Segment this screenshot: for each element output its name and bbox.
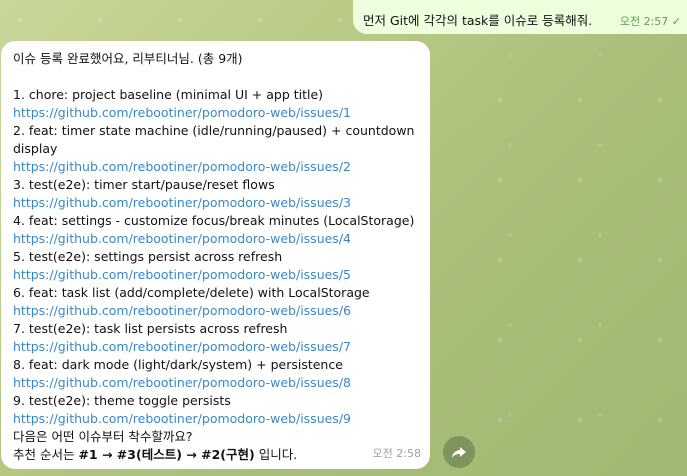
- issue-link[interactable]: https://github.com/rebootiner/pomodoro-w…: [13, 266, 418, 284]
- recommendation-text: 추천 순서는 #1 → #3(테스트) → #2(구현) 입니다.: [13, 446, 418, 464]
- question-text: 다음은 어떤 이슈부터 착수할까요?: [13, 429, 193, 444]
- issue-link[interactable]: https://github.com/rebootiner/pomodoro-w…: [13, 194, 418, 212]
- read-check-icon: ✓: [671, 15, 681, 28]
- issue-title: 6. feat: task list (add/complete/delete)…: [13, 285, 370, 300]
- incoming-message-bubble[interactable]: 이슈 등록 완료했어요, 리부티너님. (총 9개) 1. chore: pro…: [1, 41, 430, 469]
- issue-title: 9. test(e2e): theme toggle persists: [13, 393, 231, 408]
- issue-link[interactable]: https://github.com/rebootiner/pomodoro-w…: [13, 374, 418, 392]
- issue-link[interactable]: https://github.com/rebootiner/pomodoro-w…: [13, 230, 418, 248]
- issue-title: 1. chore: project baseline (minimal UI +…: [13, 87, 324, 102]
- recommendation-suffix: 입니다.: [254, 447, 298, 462]
- recommendation-order: ) → #2(: [176, 447, 226, 462]
- issue-title: 7. test(e2e): task list persists across …: [13, 321, 288, 336]
- intro-text: 이슈 등록 완료했어요, 리부티너님. (총 9개): [13, 51, 243, 66]
- issue-link[interactable]: https://github.com/rebootiner/pomodoro-w…: [13, 338, 418, 356]
- recommendation-test: 테스트: [141, 447, 177, 462]
- message-time: 오전 2:58: [372, 447, 421, 460]
- recommendation-order: #1 → #3(: [78, 447, 142, 462]
- issue-link[interactable]: https://github.com/rebootiner/pomodoro-w…: [13, 410, 418, 428]
- recommendation-prefix: 추천 순서는: [13, 447, 79, 462]
- chat-background: 먼저 Git에 각각의 task를 이슈로 등록해줘. 오전 2:57 ✓ 이슈…: [0, 0, 687, 476]
- outgoing-message-meta: 오전 2:57 ✓: [620, 13, 681, 29]
- share-icon: [452, 447, 466, 458]
- recommendation-impl: 구현: [225, 447, 249, 462]
- issue-link[interactable]: https://github.com/rebootiner/pomodoro-w…: [13, 158, 418, 176]
- message-time: 오전 2:57: [619, 15, 669, 28]
- issue-title: 8. feat: dark mode (light/dark/system) +…: [13, 357, 343, 372]
- issue-title: 4. feat: settings - customize focus/brea…: [13, 213, 415, 228]
- issue-link[interactable]: https://github.com/rebootiner/pomodoro-w…: [13, 104, 418, 122]
- outgoing-message-text: 먼저 Git에 각각의 task를 이슈로 등록해줘.: [363, 13, 593, 28]
- outgoing-message-bubble[interactable]: 먼저 Git에 각각의 task를 이슈로 등록해줘. 오전 2:57 ✓: [353, 0, 687, 34]
- issue-title: 3. test(e2e): timer start/pause/reset fl…: [13, 177, 275, 192]
- issue-title: 5. test(e2e): settings persist across re…: [13, 249, 283, 264]
- share-button[interactable]: [443, 436, 475, 468]
- issue-title: 2. feat: timer state machine (idle/runni…: [13, 123, 415, 156]
- issue-link[interactable]: https://github.com/rebootiner/pomodoro-w…: [13, 302, 418, 320]
